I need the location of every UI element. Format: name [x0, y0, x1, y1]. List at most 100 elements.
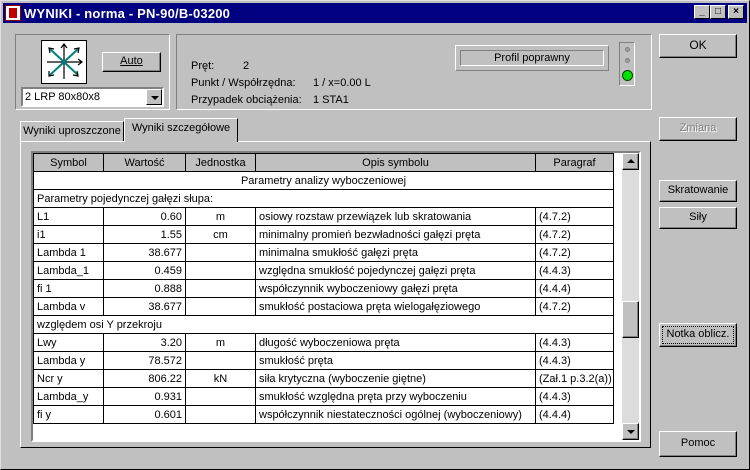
profile-select[interactable]: 2 LRP 80x80x8 — [21, 87, 164, 107]
cell-description: współczynnik wyboczeniowy gałęzi pręta — [255, 279, 536, 298]
title-bar[interactable]: WYNIKI - norma - PN-90/B-03200 _ □ × — [3, 3, 747, 23]
cell-paragraph: (4.7.2) — [535, 225, 614, 244]
table-row[interactable]: Ncr y 806.22 kN siła krytyczna (wyboczen… — [33, 369, 614, 388]
table-row[interactable]: Lambda y 78.572 smukłość pręta (4.4.3) — [33, 351, 614, 370]
cell-paragraph: (4.4.3) — [535, 333, 614, 352]
cell-description: minimalna smukłość gałęzi pręta — [255, 243, 536, 262]
cell-paragraph: (4.4.3) — [535, 351, 614, 370]
point-label: Punkt / Współrzędna: — [191, 77, 296, 89]
table-row[interactable]: Lambda 1 38.677 minimalna smukłość gałęz… — [33, 243, 614, 262]
tab-simplified-results[interactable]: Wyniki uproszczone — [20, 121, 124, 142]
status-text: Profil poprawny — [460, 50, 604, 66]
cell-symbol: Lambda_1 — [33, 261, 104, 280]
auto-button-label: Auto — [120, 55, 143, 67]
cell-symbol: Lambda 1 — [33, 243, 104, 262]
cell-value: 78.572 — [103, 351, 186, 370]
cell-value: 0.459 — [103, 261, 186, 280]
forces-button-label: Siły — [689, 211, 707, 223]
cell-symbol: i1 — [33, 225, 104, 244]
cell-value: 0.888 — [103, 279, 186, 298]
cell-value: 1.55 — [103, 225, 186, 244]
cell-unit — [185, 297, 256, 316]
cell-symbol: L1 — [33, 207, 104, 226]
cell-symbol: Lambda_y — [33, 387, 104, 406]
auto-button[interactable]: Auto — [102, 52, 161, 72]
cell-value: 0.60 — [103, 207, 186, 226]
maximize-button[interactable]: □ — [710, 5, 726, 19]
tab-detailed-results[interactable]: Wyniki szczegółowe — [124, 118, 238, 142]
table-row[interactable]: Lwy 3.20 m długość wyboczeniowa pręta (4… — [33, 333, 614, 352]
section-header-row: Parametry pojedynczej gałęzi słupa: — [33, 189, 614, 208]
results-window: WYNIKI - norma - PN-90/B-03200 _ □ × Aut… — [0, 0, 750, 470]
vertical-scrollbar[interactable] — [622, 153, 639, 440]
section-header-y-axis: względem osi Y przekroju — [33, 315, 614, 334]
calc-note-button[interactable]: Notka oblicz. — [659, 323, 737, 347]
cell-value: 0.601 — [103, 405, 186, 424]
cell-unit — [185, 279, 256, 298]
cell-unit: m — [185, 207, 256, 226]
minimize-button[interactable]: _ — [694, 5, 710, 19]
info-panel: Pręt: 2 Punkt / Współrzędna: 1 / x=0.00 … — [176, 34, 652, 110]
load-case-value: 1 STA1 — [313, 94, 349, 106]
cell-unit: kN — [185, 369, 256, 388]
cell-symbol: fi 1 — [33, 279, 104, 298]
results-grid: Symbol Wartość Jednostka Opis symbolu Pa… — [31, 151, 641, 442]
forces-button[interactable]: Siły — [659, 207, 737, 229]
table-row[interactable]: L1 0.60 m osiowy rozstaw przewiązek lub … — [33, 207, 614, 226]
cell-paragraph: (4.7.2) — [535, 207, 614, 226]
bar-value: 2 — [243, 60, 250, 72]
led-green-icon — [622, 70, 633, 81]
close-button[interactable]: × — [728, 5, 744, 19]
table-row[interactable]: fi y 0.601 współczynnik niestateczności … — [33, 405, 614, 424]
cell-symbol: Lwy — [33, 333, 104, 352]
help-button[interactable]: Pomoc — [659, 431, 737, 457]
cell-value: 0.931 — [103, 387, 186, 406]
col-header-unit[interactable]: Jednostka — [185, 153, 256, 172]
col-header-description[interactable]: Opis symbolu — [255, 153, 536, 172]
cell-description: względna smukłość pojedynczej gałęzi prę… — [255, 261, 536, 280]
change-button[interactable]: Zmiana — [659, 117, 737, 141]
cell-unit — [185, 261, 256, 280]
scroll-down-icon[interactable] — [622, 423, 639, 440]
cell-unit — [185, 243, 256, 262]
table-row[interactable]: Lambda_y 0.931 smukłość względna pręta p… — [33, 387, 614, 406]
lacing-button[interactable]: Skratowanie — [659, 180, 737, 202]
load-case-label: Przypadek obciążenia: — [191, 94, 302, 106]
cell-symbol: fi y — [33, 405, 104, 424]
point-value: 1 / x=0.00 L — [313, 77, 371, 89]
cell-paragraph: (4.4.4) — [535, 279, 614, 298]
table-row[interactable]: Lambda_1 0.459 względna smukłość pojedyn… — [33, 261, 614, 280]
col-header-paragraph[interactable]: Paragraf — [535, 153, 614, 172]
cell-unit — [185, 387, 256, 406]
table-row[interactable]: Lambda v 38.677 smukłość postaciowa pręt… — [33, 297, 614, 316]
cell-paragraph: (Zał.1 p.3.2(a)) — [535, 369, 614, 388]
window-title: WYNIKI - norma - PN-90/B-03200 — [24, 5, 231, 21]
table-header-row: Symbol Wartość Jednostka Opis symbolu Pa… — [33, 153, 614, 172]
cell-paragraph: (4.4.4) — [535, 405, 614, 424]
cell-description: współczynnik niestateczności ogólnej (wy… — [255, 405, 536, 424]
cell-description: minimalny promień bezwładności gałęzi pr… — [255, 225, 536, 244]
ok-button[interactable]: OK — [659, 34, 737, 58]
scroll-up-icon[interactable] — [622, 153, 639, 170]
col-header-symbol[interactable]: Symbol — [33, 153, 104, 172]
chevron-down-icon[interactable] — [146, 89, 162, 105]
cell-unit — [185, 351, 256, 370]
table-row[interactable]: fi 1 0.888 współczynnik wyboczeniowy gał… — [33, 279, 614, 298]
cell-paragraph: (4.4.3) — [535, 387, 614, 406]
table-row[interactable]: i1 1.55 cm minimalny promień bezwładnośc… — [33, 225, 614, 244]
cell-description: smukłość postaciowa pręta wielogałęziowe… — [255, 297, 536, 316]
app-icon[interactable] — [5, 5, 21, 21]
section-header-row: względem osi Y przekroju — [33, 315, 614, 334]
scroll-thumb[interactable] — [622, 301, 639, 338]
cell-paragraph: (4.7.2) — [535, 243, 614, 262]
profile-select-value: 2 LRP 80x80x8 — [25, 91, 101, 103]
status-indicator — [619, 42, 635, 86]
buckling-axes-icon — [41, 40, 87, 84]
cell-value: 38.677 — [103, 297, 186, 316]
cell-paragraph: (4.4.3) — [535, 261, 614, 280]
cell-description: osiowy rozstaw przewiązek lub skratowani… — [255, 207, 536, 226]
section-header-single-branch: Parametry pojedynczej gałęzi słupa: — [33, 189, 614, 208]
col-header-value[interactable]: Wartość — [103, 153, 186, 172]
detailed-results-panel: Symbol Wartość Jednostka Opis symbolu Pa… — [20, 141, 651, 448]
cell-description: siła krytyczna (wyboczenie giętne) — [255, 369, 536, 388]
